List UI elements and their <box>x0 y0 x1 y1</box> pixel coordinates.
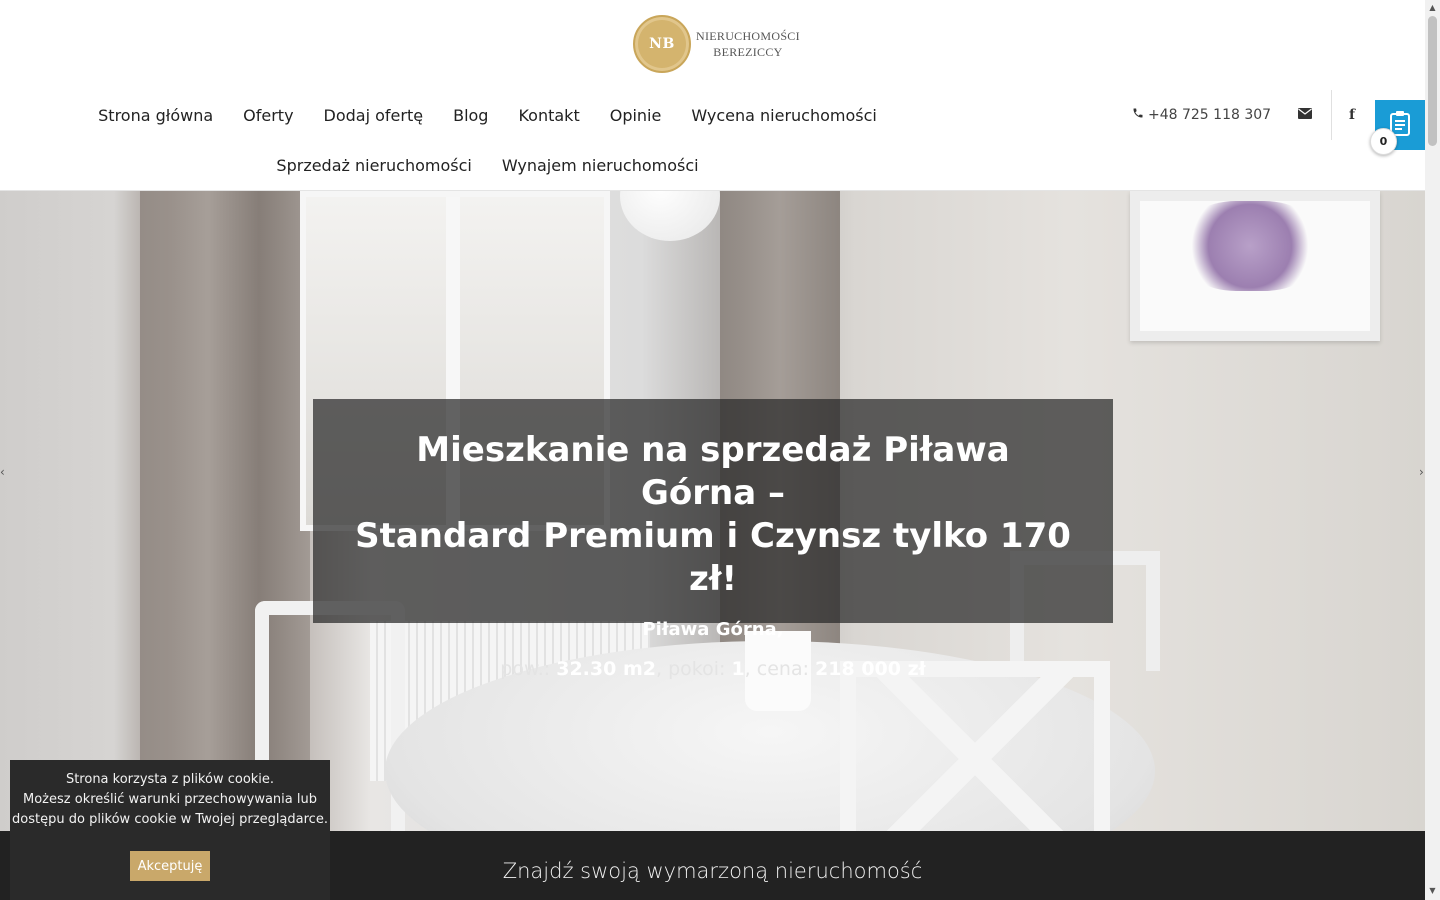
offer-price-value: 218 000 zł <box>815 658 926 680</box>
scroll-up-arrow[interactable]: ▲ <box>1428 3 1437 12</box>
hero-photo-painting <box>1130 191 1380 341</box>
facebook-icon: f <box>1349 107 1356 123</box>
nav-item-blog[interactable]: Blog <box>438 106 503 125</box>
offer-details: pow.: 32.30 m2, pokoi: 1, cena: 218 000 … <box>500 658 926 680</box>
offer-title-line-2: Standard Premium i Czynsz tylko 170 zł! <box>355 516 1071 599</box>
nav-item-offers[interactable]: Oferty <box>228 106 308 125</box>
featured-offer-card[interactable]: Mieszkanie na sprzedaż Piława Górna – St… <box>313 399 1113 680</box>
nav-row-1: Strona główna Oferty Dodaj ofertę Blog K… <box>0 90 975 140</box>
scrollbar-thumb[interactable] <box>1428 16 1437 146</box>
site-logo[interactable]: NB NIERUCHOMOŚCI BEREZICCY <box>633 15 800 73</box>
offer-rooms-label: pokoi: <box>668 658 726 680</box>
logo-line-2: BEREZICCY <box>713 45 783 59</box>
contact-bar: +48 725 118 307 f <box>1120 90 1368 140</box>
offer-rooms-value: 1 <box>731 658 745 680</box>
offer-price-label: cena: <box>756 658 809 680</box>
cookie-text-line-3: dostępu do plików cookie w Twojej przegl… <box>12 812 328 827</box>
cookie-accept-button[interactable]: Akceptuję <box>130 851 210 881</box>
offer-area-label: pow.: <box>500 658 551 680</box>
site-header: NB NIERUCHOMOŚCI BEREZICCY Strona główna… <box>0 0 1425 191</box>
cookie-text-line-1: Strona korzysta z plików cookie. <box>65 772 275 787</box>
saved-offers-count-badge: 0 <box>1370 128 1397 155</box>
offer-location: Piława Górna, <box>642 619 784 640</box>
hero-photo-chair-front <box>840 661 1110 831</box>
cookie-banner: Strona korzysta z plików cookie. Możesz … <box>10 760 330 900</box>
scroll-down-arrow[interactable]: ▼ <box>1428 886 1437 895</box>
nav-item-sales[interactable]: Sprzedaż nieruchomości <box>261 156 486 175</box>
logo-wordmark: NIERUCHOMOŚCI BEREZICCY <box>696 28 800 60</box>
slider-next-arrow[interactable]: › <box>1419 465 1424 479</box>
slider-prev-arrow[interactable]: ‹ <box>0 465 5 479</box>
phone-number: +48 725 118 307 <box>1148 107 1272 123</box>
offer-area-value: 32.30 m2 <box>556 658 656 680</box>
divider <box>1331 90 1333 140</box>
cookie-text-line-2: Możesz określić warunki przechowywania l… <box>23 792 317 807</box>
hero-photo-lamp <box>620 191 720 241</box>
nav-item-rentals[interactable]: Wynajem nieruchomości <box>487 156 714 175</box>
phone-icon <box>1132 107 1144 123</box>
nav-item-reviews[interactable]: Opinie <box>595 106 677 125</box>
logo-line-1: NIERUCHOMOŚCI <box>696 29 800 43</box>
phone-link[interactable]: +48 725 118 307 <box>1120 107 1283 123</box>
nav-item-valuation[interactable]: Wycena nieruchomości <box>676 106 892 125</box>
main-navigation: Strona główna Oferty Dodaj ofertę Blog K… <box>0 90 975 190</box>
nav-item-home[interactable]: Strona główna <box>83 106 228 125</box>
email-button[interactable] <box>1289 90 1321 140</box>
facebook-button[interactable]: f <box>1336 90 1368 140</box>
nav-row-2: Sprzedaż nieruchomości Wynajem nieruchom… <box>0 140 975 190</box>
offer-title-line-1: Mieszkanie na sprzedaż Piława Górna – <box>416 430 1010 513</box>
nav-item-contact[interactable]: Kontakt <box>503 106 594 125</box>
logo-emblem: NB <box>633 15 691 73</box>
envelope-icon <box>1298 107 1313 123</box>
nav-item-add-offer[interactable]: Dodaj ofertę <box>309 106 439 125</box>
offer-title[interactable]: Mieszkanie na sprzedaż Piława Górna – St… <box>313 429 1113 601</box>
